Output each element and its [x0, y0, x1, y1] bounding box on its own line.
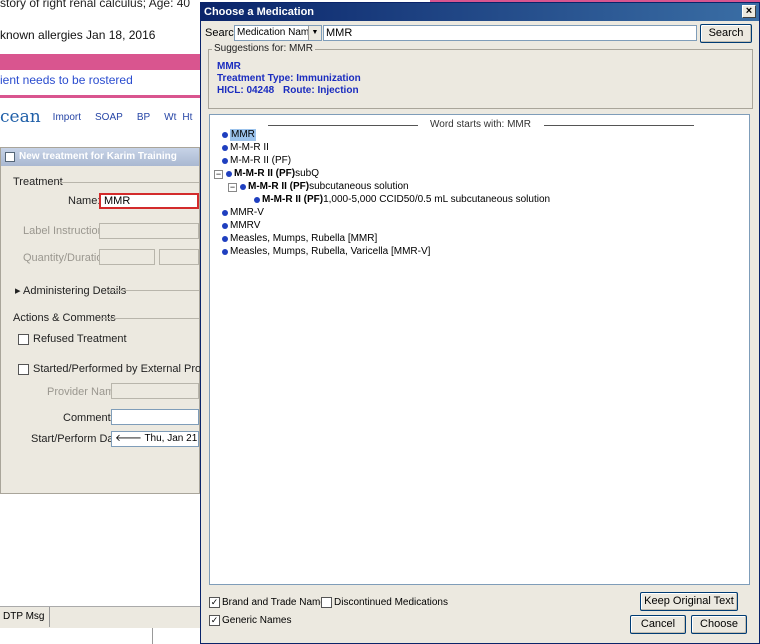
discontinued-label: Discontinued Medications — [334, 597, 448, 608]
external-provider-label: Started/Performed by External Provider — [33, 363, 225, 375]
treatment-name-field[interactable]: MMR — [99, 193, 199, 209]
bullet-icon — [222, 132, 228, 138]
suggestion-name[interactable]: MMR — [217, 61, 241, 72]
suggestions-label: Suggestions for: MMR — [212, 43, 315, 54]
provider-name-field[interactable] — [111, 383, 199, 399]
search-type-select[interactable]: Medication Name ▼ — [234, 25, 322, 41]
nav-link-wt[interactable]: Wt — [164, 112, 176, 123]
divider — [97, 318, 199, 319]
alert-bar — [0, 95, 200, 98]
suggestion-treatment-type: Treatment Type: Immunization — [217, 73, 361, 84]
bullet-icon — [222, 210, 228, 216]
keep-original-text-button[interactable]: Keep Original Text — [640, 592, 738, 611]
search-input[interactable]: MMR — [323, 25, 697, 41]
choose-medication-dialog: Choose a Medication × Search Medication … — [200, 2, 760, 644]
app-logo: cean — [0, 107, 41, 127]
tree-item[interactable]: Measles, Mumps, Rubella [MMR] — [222, 233, 377, 245]
label-instructions-field[interactable] — [99, 223, 199, 239]
generic-names-label: Generic Names — [222, 615, 292, 626]
divider — [107, 290, 199, 291]
discontinued-checkbox[interactable] — [321, 597, 332, 608]
window-title-bar: New treatment for Karim Training — [1, 148, 199, 166]
roster-alert-text: ient needs to be rostered — [0, 73, 133, 87]
brand-trade-checkbox[interactable]: ✓ — [209, 597, 220, 608]
bullet-icon — [254, 197, 260, 203]
bullet-icon — [226, 171, 232, 177]
nav-link-import[interactable]: Import — [53, 112, 81, 123]
search-type-value: Medication Name — [237, 27, 315, 38]
nav-link-ht[interactable]: Ht — [182, 112, 192, 123]
close-icon[interactable]: × — [742, 5, 756, 18]
window-title: New treatment for Karim Training — [19, 151, 177, 162]
horizontal-scrollbar[interactable] — [152, 628, 200, 644]
nav-link-soap[interactable]: SOAP — [95, 112, 123, 123]
tree-item[interactable]: − M-M-R II (PF) subQ — [214, 168, 319, 180]
encounter-nav: cean Import SOAP BP Wt Ht — [0, 104, 200, 130]
dialog-title-bar: Choose a Medication × — [201, 3, 759, 21]
divider — [59, 182, 199, 183]
allergies-text: known allergies Jan 18, 2016 — [0, 28, 156, 42]
new-treatment-window: New treatment for Karim Training Treatme… — [0, 147, 225, 494]
bullet-icon — [222, 145, 228, 151]
bullet-icon — [240, 184, 246, 190]
start-date-field[interactable]: 🡐 Thu, Jan 21, 2016 — [111, 431, 199, 447]
refused-treatment-checkbox[interactable] — [18, 334, 29, 345]
window-app-icon — [5, 152, 15, 162]
alert-bar — [0, 54, 200, 70]
bullet-icon — [222, 158, 228, 164]
section-treatment-label: Treatment — [13, 176, 63, 188]
choose-button[interactable]: Choose — [691, 615, 747, 634]
suggestion-hicl: HICL: 04248 — [217, 85, 275, 96]
administering-details-label: Administering Details — [22, 285, 127, 297]
nav-link-bp[interactable]: BP — [137, 112, 150, 123]
start-date-value: Thu, Jan 21, 2016 — [144, 433, 199, 444]
tree-item[interactable]: M-M-R II — [222, 142, 269, 154]
tree-item[interactable]: − M-M-R II (PF) subcutaneous solution — [228, 181, 409, 193]
back-arrow-icon[interactable]: 🡐 — [115, 433, 142, 444]
collapse-icon[interactable]: − — [228, 182, 237, 192]
tree-item[interactable]: M-M-R II (PF) 1,000-5,000 CCID50/0.5 mL … — [254, 194, 550, 206]
tree-item[interactable]: MMRV — [222, 220, 260, 232]
tab-dtp-msg[interactable]: DTP Msg — [0, 607, 50, 627]
tree-item[interactable]: MMR-V — [222, 207, 264, 219]
tree-header: Word starts with: MMR — [218, 119, 743, 131]
bullet-icon — [222, 236, 228, 242]
bullet-icon — [222, 249, 228, 255]
comments-field[interactable] — [111, 409, 199, 425]
dialog-title: Choose a Medication — [204, 6, 315, 18]
collapse-icon[interactable]: − — [214, 169, 223, 179]
tree-item[interactable]: MMR — [222, 129, 256, 141]
refused-treatment-label: Refused Treatment — [33, 333, 127, 345]
medication-tree[interactable]: Word starts with: MMR MMR M-M-R II M-M-R… — [209, 114, 750, 585]
duration-field[interactable] — [159, 249, 199, 265]
quantity-field[interactable] — [99, 249, 155, 265]
suggestion-route: Route: Injection — [283, 85, 359, 96]
bullet-icon — [222, 223, 228, 229]
generic-names-checkbox[interactable]: ✓ — [209, 615, 220, 626]
tree-item[interactable]: M-M-R II (PF) — [222, 155, 291, 167]
external-provider-checkbox[interactable] — [18, 364, 29, 375]
history-text: story of right renal calculus; Age: 40 — [0, 0, 191, 10]
brand-trade-label: Brand and Trade Names — [222, 597, 331, 608]
name-label: Name: — [68, 195, 101, 207]
cancel-button[interactable]: Cancel — [630, 615, 686, 634]
chevron-down-icon[interactable]: ▼ — [308, 26, 321, 40]
tree-item[interactable]: Measles, Mumps, Rubella, Varicella [MMR-… — [222, 246, 430, 258]
search-button[interactable]: Search — [700, 24, 752, 43]
